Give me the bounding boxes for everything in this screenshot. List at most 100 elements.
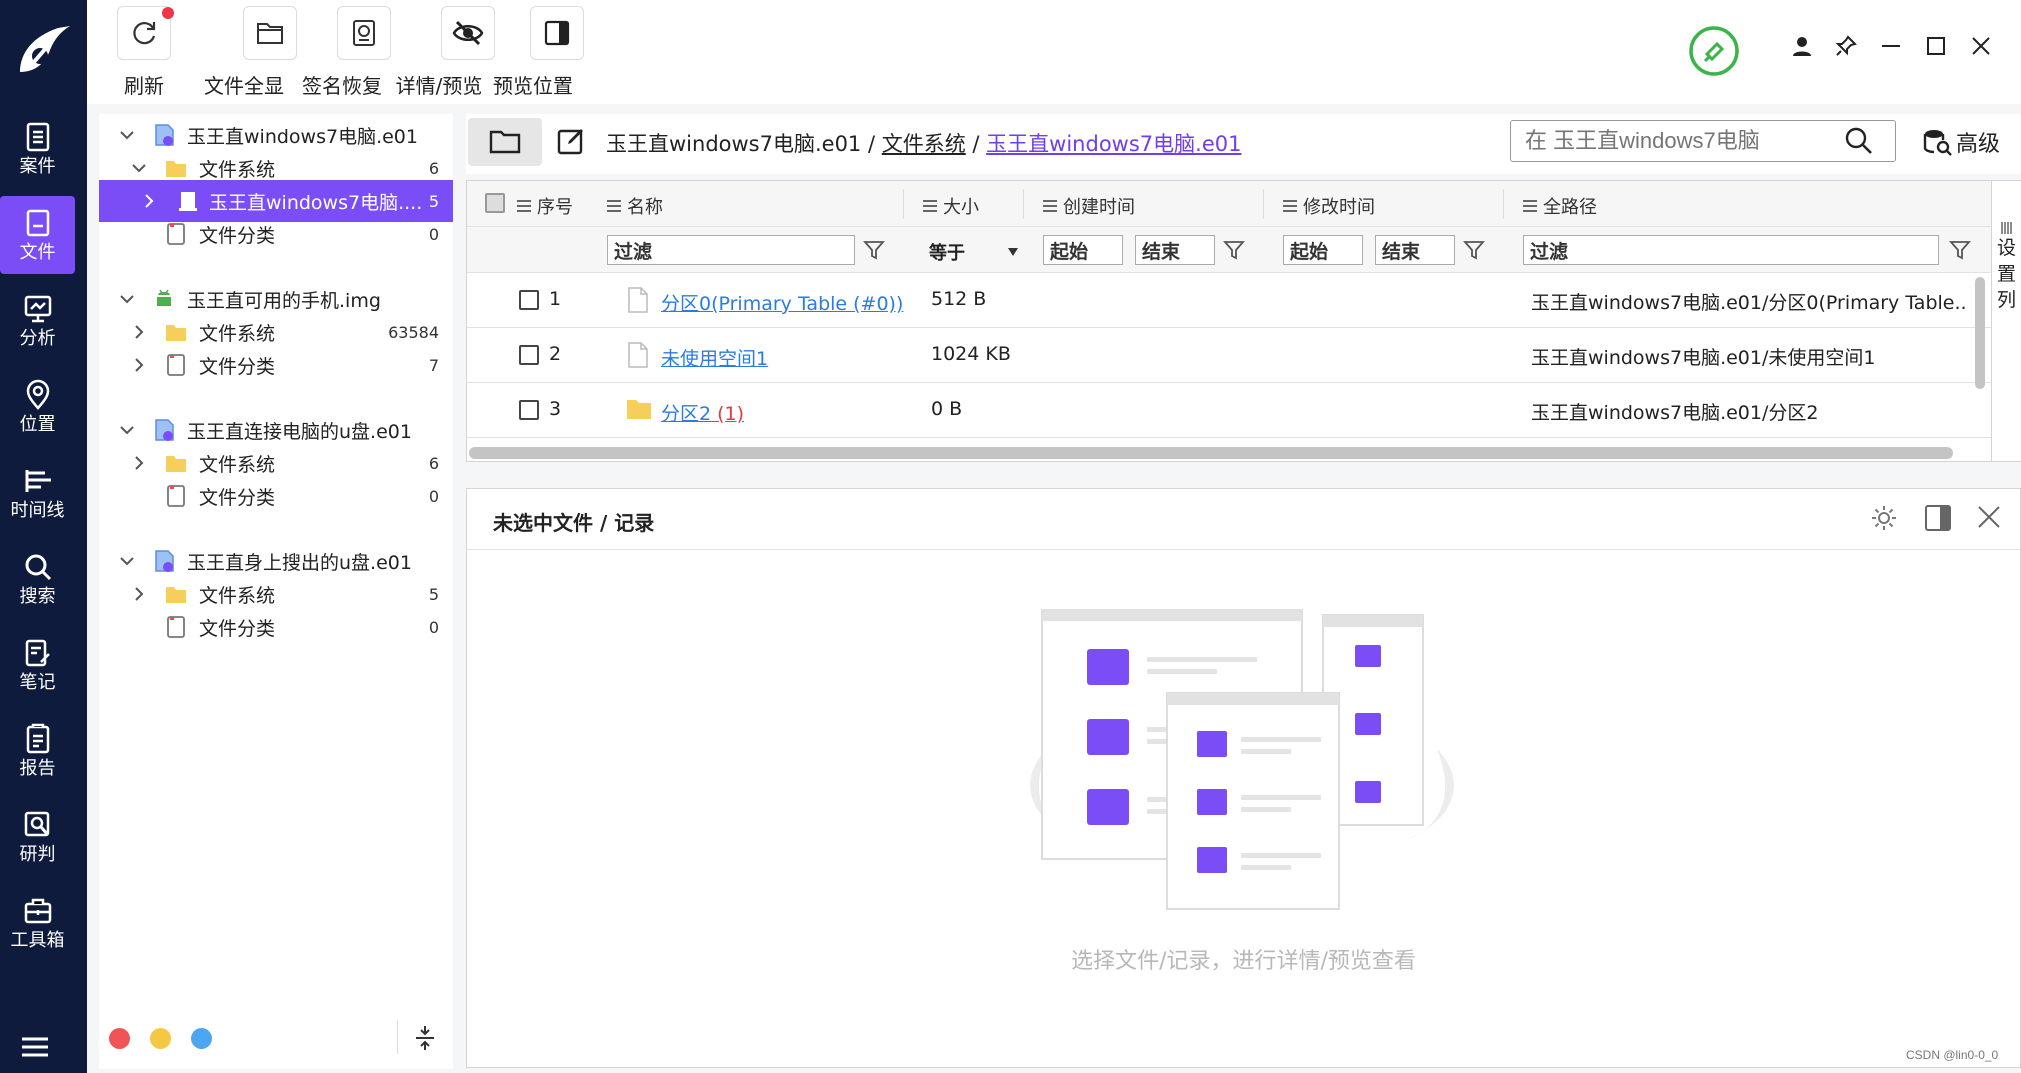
- modified-start-input[interactable]: 起始: [1283, 235, 1363, 265]
- columns-icon: [2000, 222, 2012, 234]
- close-icon[interactable]: [1975, 503, 2003, 531]
- detail-preview-label: 详情/预览: [395, 74, 483, 98]
- file-name-link[interactable]: 分区2 (1): [661, 399, 744, 426]
- row-checkbox[interactable]: [519, 400, 539, 420]
- column-header-created[interactable]: 创建时间: [1043, 193, 1135, 219]
- advanced-label: 高级: [1956, 132, 2001, 157]
- nav-item-file[interactable]: 文件: [0, 196, 75, 274]
- menu-icon[interactable]: [20, 1035, 50, 1059]
- column-separator[interactable]: [903, 189, 904, 219]
- signature-recover-button[interactable]: 签名恢复: [293, 6, 391, 99]
- chevron-down-icon[interactable]: [117, 420, 137, 440]
- split-panel-icon[interactable]: [1923, 503, 1953, 533]
- chevron-right-icon[interactable]: [129, 453, 149, 473]
- tree-node-file-category[interactable]: 文件分类 7: [99, 344, 453, 386]
- breadcrumb-item-current[interactable]: 玉王直windows7电脑.e01: [986, 132, 1241, 156]
- close-button[interactable]: [1965, 30, 1997, 62]
- gear-icon[interactable]: [1869, 503, 1899, 533]
- chevron-right-icon[interactable]: [129, 584, 149, 604]
- table-row[interactable]: 3 分区2 (1) 0 B 玉王直windows7电脑.e01/分区2: [467, 384, 1991, 438]
- breadcrumb-item-image[interactable]: 玉王直windows7电脑.e01: [606, 132, 861, 156]
- user-icon: [1793, 37, 1811, 56]
- table-row[interactable]: 1 分区0(Primary Table (#0)) 512 B 玉王直windo…: [467, 274, 1991, 328]
- search-icon[interactable]: [1844, 126, 1874, 156]
- maximize-button[interactable]: [1920, 30, 1952, 62]
- color-dot-red[interactable]: [109, 1028, 130, 1049]
- breadcrumb-item-filesystem[interactable]: 文件系统: [882, 132, 966, 156]
- preview-position-button[interactable]: 预览位置: [482, 6, 584, 99]
- nav-label: 位置: [19, 414, 56, 435]
- chevron-right-icon[interactable]: [129, 355, 149, 375]
- status-shield-icon[interactable]: [1687, 24, 1741, 78]
- color-dot-yellow[interactable]: [150, 1028, 171, 1049]
- collapse-all-icon[interactable]: [413, 1024, 437, 1052]
- detail-preview-button[interactable]: 详情/预览: [383, 6, 495, 99]
- column-header-size[interactable]: 大小: [923, 193, 979, 219]
- nav-item-case[interactable]: 案件: [0, 110, 75, 188]
- chevron-right-icon[interactable]: [139, 191, 159, 211]
- filter-icon[interactable]: [1463, 239, 1485, 261]
- horizontal-scrollbar[interactable]: [469, 447, 1953, 459]
- file-name-link[interactable]: 未使用空间1: [661, 344, 768, 371]
- file-name-link[interactable]: 分区0(Primary Table (#0)): [661, 289, 903, 316]
- chevron-down-icon[interactable]: [117, 551, 137, 571]
- column-separator[interactable]: [1503, 189, 1504, 219]
- column-header-path[interactable]: 全路径: [1523, 193, 1597, 219]
- created-end-input[interactable]: 结束: [1135, 235, 1215, 265]
- nav-item-report[interactable]: 报告: [0, 712, 75, 790]
- path-filter-input[interactable]: 过滤: [1523, 235, 1939, 265]
- created-start-input[interactable]: 起始: [1043, 235, 1123, 265]
- tree-node-count: 0: [428, 224, 439, 244]
- chevron-right-icon[interactable]: [129, 322, 149, 342]
- nav-item-analysis[interactable]: 分析: [0, 282, 75, 360]
- tree-node-file-category[interactable]: 文件分类 0: [99, 475, 453, 517]
- row-checkbox[interactable]: [519, 345, 539, 365]
- row-checkbox[interactable]: [519, 290, 539, 310]
- nav-item-timeline[interactable]: 时间线: [0, 454, 75, 532]
- tree-node-file-category[interactable]: 文件分类 0: [99, 213, 453, 255]
- filter-icon[interactable]: [1949, 239, 1971, 261]
- nav-item-toolbox[interactable]: 工具箱: [0, 884, 75, 962]
- user-button[interactable]: [1786, 30, 1818, 62]
- eye-off-icon: [452, 20, 484, 46]
- refresh-button[interactable]: 刷新: [117, 6, 174, 99]
- minimize-button[interactable]: [1875, 30, 1907, 62]
- column-header-label: 名称: [627, 197, 663, 218]
- name-filter-input[interactable]: 过滤: [607, 235, 855, 265]
- column-settings-button[interactable]: 设 置 列: [1991, 181, 2021, 461]
- chevron-down-icon[interactable]: [117, 125, 137, 145]
- color-dot-blue[interactable]: [191, 1028, 212, 1049]
- nav-item-judge[interactable]: 研判: [0, 798, 75, 876]
- column-separator[interactable]: [1263, 189, 1264, 219]
- folder-view-button[interactable]: [468, 118, 542, 166]
- chevron-down-icon[interactable]: [117, 289, 137, 309]
- modified-end-input[interactable]: 结束: [1375, 235, 1455, 265]
- table-row[interactable]: 2 未使用空间1 1024 KB 玉王直windows7电脑.e01/未使用空间…: [467, 329, 1991, 383]
- column-separator[interactable]: [1023, 189, 1024, 219]
- column-header-num[interactable]: 序号: [517, 193, 573, 219]
- search-input[interactable]: [1510, 120, 1896, 162]
- dropdown-arrow-icon[interactable]: [1007, 247, 1019, 257]
- edit-path-icon[interactable]: [556, 126, 586, 156]
- disk-image-icon: [155, 550, 174, 572]
- detail-panel: 未选中文件 / 记录 选择文件/记录，进行详情/预览查看: [466, 488, 2021, 1068]
- filter-icon[interactable]: [1223, 239, 1245, 261]
- size-operator-select[interactable]: 等于: [929, 239, 965, 265]
- folder-icon: [627, 400, 651, 419]
- column-header-name[interactable]: 名称: [607, 193, 663, 219]
- nav-item-search[interactable]: 搜索: [0, 540, 75, 618]
- pin-button[interactable]: [1830, 30, 1862, 62]
- show-all-button[interactable]: 文件全显: [191, 6, 297, 99]
- column-header-modified[interactable]: 修改时间: [1283, 193, 1375, 219]
- chevron-down-icon[interactable]: [129, 158, 149, 178]
- case-icon: [26, 122, 49, 152]
- nav-item-location[interactable]: 位置: [0, 368, 75, 446]
- tree-node-file-category[interactable]: 文件分类 0: [99, 606, 453, 648]
- filter-icon[interactable]: [863, 239, 885, 261]
- nav-item-notes[interactable]: 笔记: [0, 626, 75, 704]
- row-number: 3: [549, 398, 562, 420]
- column-header-label: 全路径: [1543, 197, 1597, 218]
- vertical-scrollbar[interactable]: [1975, 277, 1985, 389]
- select-all-checkbox[interactable]: [485, 193, 505, 213]
- advanced-search-button[interactable]: 高级: [1922, 126, 2000, 158]
